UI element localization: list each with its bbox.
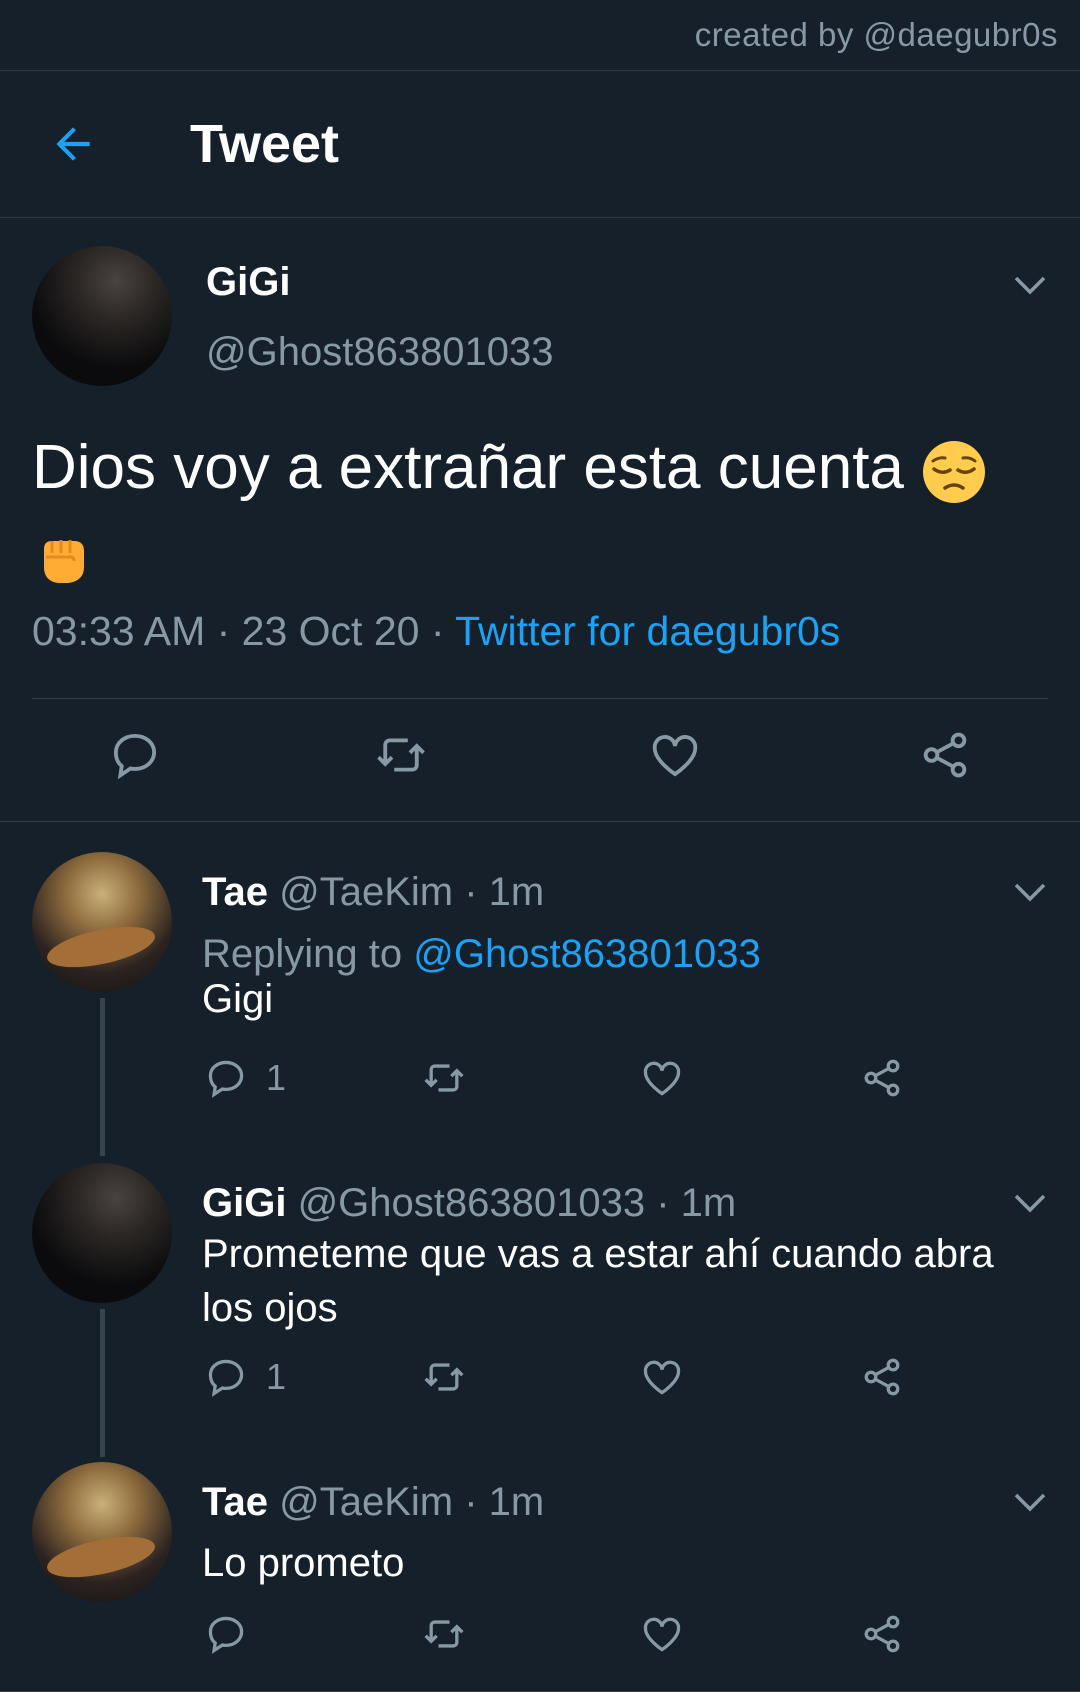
chevron-down-icon[interactable]: [1012, 1490, 1048, 1514]
author-handle[interactable]: @TaeKim: [279, 1480, 453, 1524]
reply-icon: [208, 1359, 244, 1397]
author-handle[interactable]: @Ghost863801033: [298, 1181, 646, 1225]
author-handle[interactable]: @Ghost863801033: [206, 330, 554, 375]
reply-tweet[interactable]: Tae @TaeKim · 1m Lo prometo: [0, 1462, 1080, 1692]
replying-to: Replying to @Ghost863801033: [202, 932, 761, 977]
credit-text: created by @daegubr0s: [694, 16, 1058, 53]
author-name[interactable]: GiGi: [202, 1181, 286, 1225]
reply-actions: [0, 1612, 1080, 1662]
like-icon: [643, 1360, 681, 1395]
like-button[interactable]: [640, 1612, 684, 1656]
reply-header: GiGi @Ghost863801033 · 1m: [202, 1181, 736, 1226]
share-button[interactable]: [860, 1355, 904, 1399]
reply-count: 1: [266, 1057, 287, 1098]
chevron-down-icon[interactable]: [1012, 273, 1048, 297]
reply-button[interactable]: 1: [204, 1355, 286, 1399]
retweet-button[interactable]: [422, 1056, 466, 1100]
reply-count: 1: [266, 1356, 287, 1397]
separator: ·: [205, 608, 242, 654]
reply-time: · 1m: [453, 870, 545, 914]
share-button[interactable]: [918, 728, 972, 782]
avatar[interactable]: [32, 1163, 172, 1303]
retweet-button[interactable]: [422, 1355, 466, 1399]
like-icon: [652, 735, 698, 777]
retweet-button[interactable]: [422, 1612, 466, 1656]
avatar[interactable]: [32, 1462, 172, 1602]
reply-actions: 1: [0, 1056, 1080, 1106]
like-button[interactable]: [648, 728, 702, 782]
pensive-face-icon: [923, 440, 986, 503]
tweet-time: 03:33 AM: [32, 608, 206, 654]
retweet-button[interactable]: [374, 728, 428, 782]
reply-text: Gigi: [202, 977, 274, 1021]
replying-prefix: Replying to: [202, 932, 414, 976]
tweet-text-content: Dios voy a extrañar esta cuenta: [32, 433, 904, 502]
raised-fist-icon: [44, 539, 84, 583]
like-button[interactable]: [640, 1056, 684, 1100]
reply-icon: [113, 733, 157, 780]
reply-text: Lo prometo: [202, 1541, 405, 1585]
reply-button[interactable]: [108, 728, 162, 782]
retweet-icon: [424, 1363, 464, 1391]
reply-button[interactable]: [204, 1612, 266, 1656]
retweet-icon: [424, 1620, 464, 1648]
like-icon: [643, 1061, 681, 1096]
tweet-actions: [0, 728, 1080, 788]
author-name[interactable]: Tae: [202, 870, 268, 914]
author-name[interactable]: GiGi: [206, 260, 290, 305]
reply-button[interactable]: 1: [204, 1056, 286, 1100]
author-name[interactable]: Tae: [202, 1480, 268, 1524]
tweet-text: Dios voy a extrañar esta cuenta: [32, 426, 1032, 594]
like-icon: [643, 1617, 681, 1652]
header: Tweet: [0, 71, 1080, 218]
reply-header: Tae @TaeKim · 1m: [202, 1480, 544, 1525]
back-arrow-icon[interactable]: [48, 119, 98, 169]
page-title: Tweet: [190, 114, 340, 174]
main-tweet: GiGi @Ghost863801033 Dios voy a extrañar…: [0, 218, 1080, 822]
reply-icon: [208, 1616, 244, 1654]
author-handle[interactable]: @TaeKim: [279, 870, 453, 914]
avatar[interactable]: [32, 246, 172, 386]
avatar[interactable]: [32, 852, 172, 992]
retweet-icon: [424, 1064, 464, 1092]
reply-actions: 1: [0, 1355, 1080, 1405]
tweet-meta: 03:33 AM · 23 Oct 20 · Twitter for daegu…: [32, 608, 840, 655]
replying-to-link[interactable]: @Ghost863801033: [413, 932, 761, 976]
share-icon: [864, 1059, 900, 1097]
chevron-down-icon[interactable]: [1012, 1191, 1048, 1215]
reply-text: Prometeme que vas a estar ahí cuando abr…: [202, 1232, 994, 1330]
share-button[interactable]: [860, 1612, 904, 1656]
separator: ·: [419, 608, 456, 654]
tweet-source-link[interactable]: Twitter for daegubr0s: [455, 608, 840, 654]
share-button[interactable]: [860, 1056, 904, 1100]
reply-time: · 1m: [453, 1480, 545, 1524]
tweet-date: 23 Oct 20: [241, 608, 420, 654]
reply-icon: [208, 1060, 244, 1098]
reply-header: Tae @TaeKim · 1m: [202, 870, 544, 915]
share-icon: [864, 1358, 900, 1396]
divider: [32, 698, 1048, 699]
reply-tweet[interactable]: Tae @TaeKim · 1m Replying to @Ghost86380…: [0, 852, 1080, 1156]
reply-tweet[interactable]: GiGi @Ghost863801033 · 1m Prometeme que …: [0, 1163, 1080, 1457]
credit-bar: created by @daegubr0s: [0, 0, 1080, 71]
share-icon: [864, 1615, 900, 1653]
chevron-down-icon[interactable]: [1012, 880, 1048, 904]
reply-time: · 1m: [645, 1181, 737, 1225]
retweet-icon: [377, 738, 425, 772]
like-button[interactable]: [640, 1355, 684, 1399]
share-icon: [923, 732, 967, 778]
